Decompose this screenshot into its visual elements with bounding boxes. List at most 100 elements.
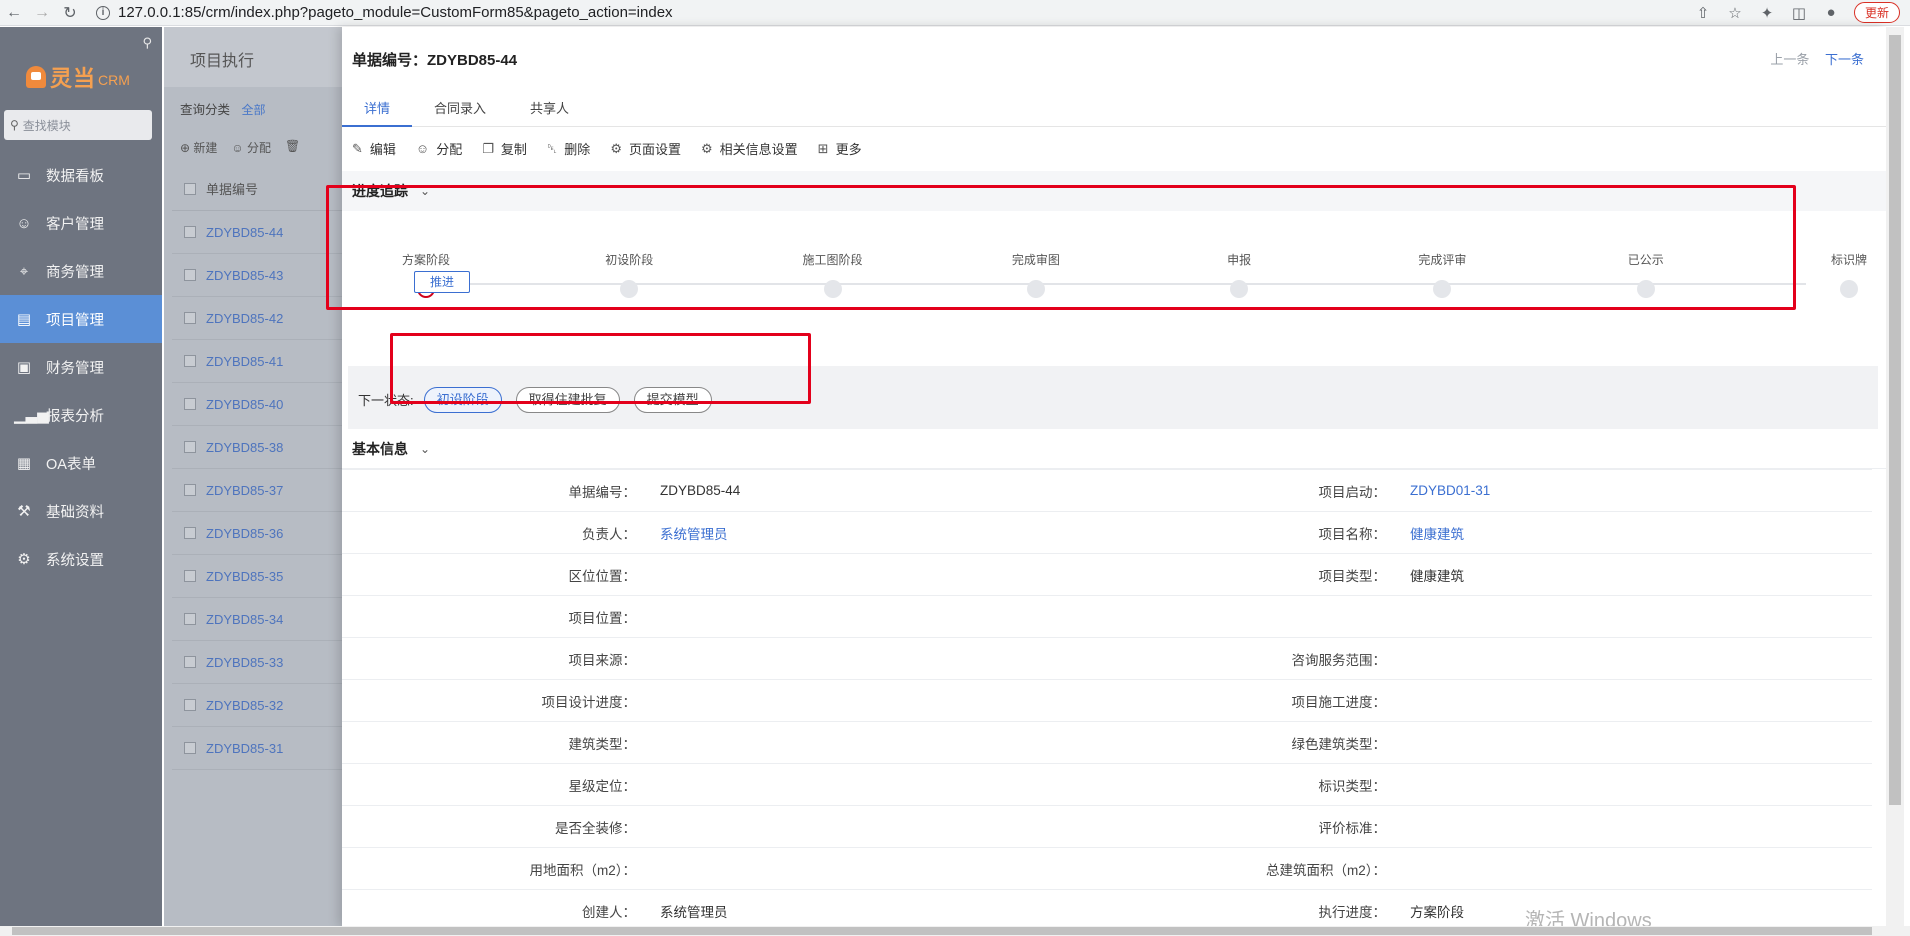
table-row[interactable]: ZDYBD85-34 — [172, 598, 344, 641]
stage-step[interactable]: 完成评审 — [1392, 251, 1492, 298]
delete-icon[interactable]: 🗑 — [285, 139, 300, 167]
table-row[interactable]: ZDYBD85-35 — [172, 555, 344, 598]
table-row[interactable]: ZDYBD85-44 — [172, 211, 344, 254]
sidebar-item[interactable]: ⌖ 商务管理 — [0, 247, 162, 295]
row-checkbox[interactable] — [184, 570, 196, 582]
toolbar-button[interactable]: ␡ 删除 — [547, 139, 590, 158]
row-id-link[interactable]: ZDYBD85-32 — [206, 698, 283, 713]
pin-icon[interactable]: ⚲ — [142, 35, 152, 51]
row-checkbox[interactable] — [184, 656, 196, 668]
table-row[interactable]: ZDYBD85-40 — [172, 383, 344, 426]
toolbar-button[interactable]: ☺ 分配 — [416, 139, 462, 158]
address-bar[interactable]: i 127.0.0.1:85/crm/index.php?pageto_modu… — [90, 2, 679, 24]
prev-record-link[interactable]: 上一条 — [1770, 52, 1809, 67]
new-button[interactable]: ⊕ 新建 — [180, 139, 217, 167]
advance-button[interactable]: 推进 — [414, 271, 470, 293]
update-button[interactable]: 更新 — [1853, 2, 1900, 23]
table-row[interactable]: ZDYBD85-42 — [172, 297, 344, 340]
toolbar-button[interactable]: ⚙ 相关信息设置 — [701, 139, 798, 158]
row-id-link[interactable]: ZDYBD85-44 — [206, 225, 283, 240]
row-checkbox[interactable] — [184, 613, 196, 625]
stage-step[interactable]: 完成审图 — [986, 251, 1086, 298]
info-icon[interactable]: i — [96, 5, 110, 20]
row-checkbox[interactable] — [184, 484, 196, 496]
sidebar-item[interactable]: ▁▃▅ 报表分析 — [0, 391, 162, 439]
share-icon[interactable]: ⇧ — [1694, 4, 1712, 22]
sidebar-item[interactable]: ▤ 项目管理 — [0, 295, 162, 343]
row-id-link[interactable]: ZDYBD85-38 — [206, 440, 283, 455]
toolbar-button[interactable]: ❐ 复制 — [482, 139, 527, 158]
back-icon[interactable]: ← — [0, 4, 28, 22]
next-state-button[interactable]: 初设阶段 — [423, 386, 502, 413]
detail-tab[interactable]: 共享人 — [508, 91, 591, 127]
horizontal-scroll-thumb[interactable] — [12, 927, 1872, 935]
table-row[interactable]: ZDYBD85-31 — [172, 727, 344, 770]
table-row[interactable]: ZDYBD85-38 — [172, 426, 344, 469]
row-id-link[interactable]: ZDYBD85-43 — [206, 268, 283, 283]
forward-icon[interactable]: → — [28, 4, 56, 22]
table-row[interactable]: ZDYBD85-43 — [172, 254, 344, 297]
sidebar-item[interactable]: ☺ 客户管理 — [0, 199, 162, 247]
assign-button[interactable]: ☺ 分配 — [231, 139, 271, 167]
module-search-input[interactable]: ⚲ 查找模块 — [4, 110, 152, 140]
select-all-checkbox[interactable] — [184, 182, 196, 195]
stage-dot[interactable] — [1230, 280, 1249, 298]
chevron-down-icon[interactable]: ⌄ — [420, 184, 430, 198]
detail-tab[interactable]: 合同录入 — [412, 91, 508, 127]
sidebar-item[interactable]: ▦ OA表单 — [0, 439, 162, 487]
sidebar-item[interactable]: ▣ 财务管理 — [0, 343, 162, 391]
row-checkbox[interactable] — [184, 226, 196, 238]
stage-step[interactable]: 施工图阶段 — [783, 251, 883, 298]
row-checkbox[interactable] — [184, 312, 196, 324]
stage-step[interactable]: 标识牌 — [1799, 251, 1899, 298]
progress-section-header[interactable]: 进度追踪 ⌄ — [342, 171, 1886, 211]
row-id-link[interactable]: ZDYBD85-33 — [206, 655, 283, 670]
row-id-link[interactable]: ZDYBD85-42 — [206, 311, 283, 326]
row-checkbox[interactable] — [184, 398, 196, 410]
next-state-button[interactable]: 取得住建批复 — [515, 386, 620, 413]
table-row[interactable]: ZDYBD85-41 — [172, 340, 344, 383]
detail-tab[interactable]: 详情 — [342, 91, 413, 127]
chevron-down-icon[interactable]: ⌄ — [420, 442, 430, 456]
toolbar-button[interactable]: ✎ 编辑 — [352, 139, 396, 158]
basic-info-section-header[interactable]: 基本信息 ⌄ — [342, 429, 1886, 469]
sidepanel-icon[interactable]: ◫ — [1790, 4, 1808, 22]
table-row[interactable]: ZDYBD85-37 — [172, 469, 344, 512]
horizontal-scrollbar[interactable] — [0, 926, 1910, 936]
row-id-link[interactable]: ZDYBD85-37 — [206, 483, 283, 498]
row-checkbox[interactable] — [184, 269, 196, 281]
star-icon[interactable]: ☆ — [1726, 4, 1744, 22]
stage-dot[interactable] — [823, 280, 842, 298]
row-id-link[interactable]: ZDYBD85-36 — [206, 526, 283, 541]
profile-icon[interactable]: ● — [1822, 4, 1840, 21]
field-value[interactable]: ZDYBD01-31 — [1392, 483, 1842, 498]
sidebar-item[interactable]: ▭ 数据看板 — [0, 151, 162, 199]
stage-dot[interactable] — [620, 280, 639, 298]
stage-dot[interactable] — [1636, 280, 1655, 298]
field-value[interactable]: 系统管理员 — [642, 523, 1092, 543]
row-id-link[interactable]: ZDYBD85-41 — [206, 354, 283, 369]
row-id-link[interactable]: ZDYBD85-34 — [206, 612, 283, 627]
extensions-icon[interactable]: ✦ — [1758, 4, 1776, 22]
field-value[interactable]: 健康建筑 — [1392, 523, 1842, 543]
next-record-link[interactable]: 下一条 — [1825, 52, 1864, 67]
table-row[interactable]: ZDYBD85-36 — [172, 512, 344, 555]
row-checkbox[interactable] — [184, 441, 196, 453]
next-state-button[interactable]: 提交模型 — [633, 386, 712, 413]
sidebar-item[interactable]: ⚒ 基础资料 — [0, 487, 162, 535]
table-row[interactable]: ZDYBD85-33 — [172, 641, 344, 684]
row-checkbox[interactable] — [184, 355, 196, 367]
stage-step[interactable]: 已公示 — [1596, 251, 1696, 298]
row-id-link[interactable]: ZDYBD85-31 — [206, 741, 283, 756]
table-row[interactable]: ZDYBD85-32 — [172, 684, 344, 727]
row-checkbox[interactable] — [184, 527, 196, 539]
row-id-link[interactable]: ZDYBD85-40 — [206, 397, 283, 412]
filter-all[interactable]: 全部 — [242, 103, 266, 117]
stage-step[interactable]: 初设阶段 — [579, 251, 679, 298]
stage-dot[interactable] — [1026, 280, 1045, 298]
vertical-scroll-thumb[interactable] — [1889, 35, 1901, 805]
row-checkbox[interactable] — [184, 699, 196, 711]
vertical-scrollbar[interactable] — [1886, 27, 1904, 927]
stage-dot[interactable] — [1840, 280, 1858, 298]
toolbar-button[interactable]: ⊞ 更多 — [818, 139, 862, 158]
